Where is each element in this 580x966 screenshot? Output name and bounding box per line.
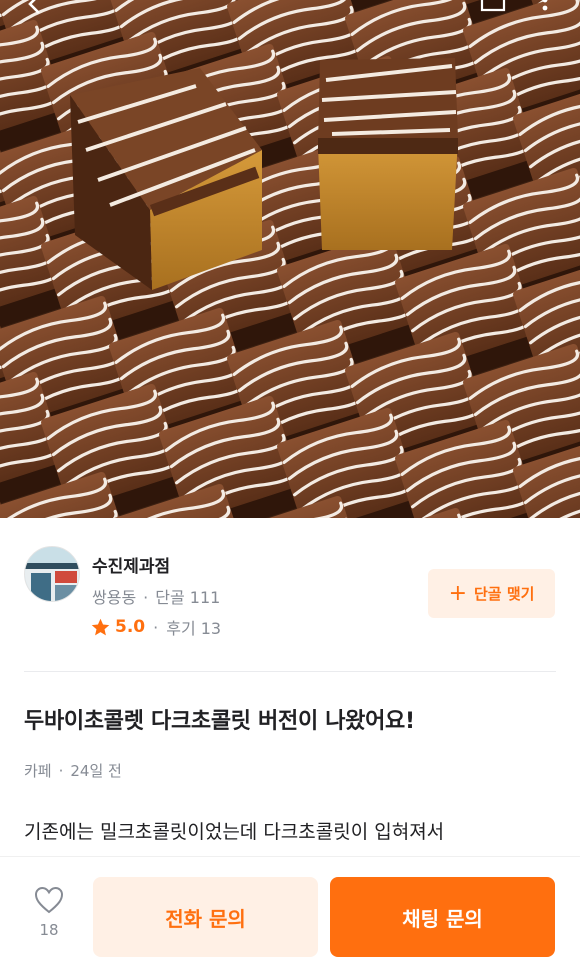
bottom-action-bar: 18 전화 문의 채팅 문의 <box>0 856 580 966</box>
post-image[interactable] <box>0 0 580 518</box>
like-button[interactable]: 18 <box>22 885 76 939</box>
chocolate-bars-photo <box>0 0 580 518</box>
review-count[interactable]: 후기 13 <box>166 615 221 639</box>
separator-dot: · <box>153 617 159 637</box>
post-body: 기존에는 밀크초콜릿이었는데 다크초콜릿이 입혀져서 <box>24 821 445 843</box>
seller-meta: 쌍용동 · 단골 111 <box>92 584 220 608</box>
divider <box>24 671 556 672</box>
more-icon[interactable] <box>530 0 560 18</box>
post-meta: 카페 · 24일 전 <box>24 760 122 781</box>
back-arrow-icon[interactable] <box>26 0 56 18</box>
like-count: 18 <box>39 921 59 939</box>
plus-icon: + <box>448 580 467 606</box>
post-time: 24일 전 <box>70 762 122 780</box>
call-inquiry-button[interactable]: 전화 문의 <box>93 877 318 957</box>
post-category[interactable]: 카페 <box>24 762 52 780</box>
rating-score: 5.0 <box>115 617 146 637</box>
seller-profile: 수진제과점 쌍용동 · 단골 111 5.0 · 후기 13 + 단골 맺기 <box>0 518 580 672</box>
regulars-count: 단골 111 <box>155 588 221 607</box>
post-title: 두바이초콜렛 다크초콜릿 버전이 나왔어요! <box>24 709 415 734</box>
seller-name[interactable]: 수진제과점 <box>92 552 170 577</box>
cut-bar-right <box>318 58 458 250</box>
star-icon <box>91 618 110 635</box>
separator-dot: · <box>58 762 64 780</box>
seller-location: 쌍용동 <box>92 588 137 607</box>
chat-inquiry-button[interactable]: 채팅 문의 <box>330 877 555 957</box>
seller-avatar[interactable] <box>24 546 80 602</box>
follow-regular-button[interactable]: + 단골 맺기 <box>428 569 555 618</box>
follow-label: 단골 맺기 <box>474 585 535 603</box>
share-icon[interactable] <box>478 0 508 18</box>
rating-row: 5.0 · 후기 13 <box>90 615 221 639</box>
separator-dot: · <box>143 588 149 607</box>
heart-icon <box>34 886 64 914</box>
storefront-image <box>25 547 79 601</box>
